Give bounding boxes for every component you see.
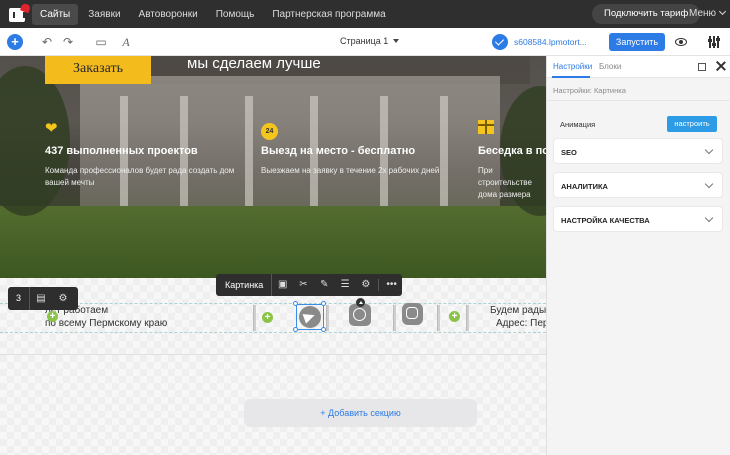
add-block-button[interactable]: + — [7, 34, 23, 50]
add-section-button[interactable]: + Добавить секцию — [244, 399, 477, 427]
breadcrumb: Настройки: Картинка — [553, 86, 626, 95]
add-element-plus-icon[interactable]: + — [449, 311, 460, 322]
feature-gift: Беседка в подарок При строительстве дома… — [478, 120, 546, 201]
settings-sliders-icon[interactable] — [708, 36, 720, 48]
column-divider[interactable] — [326, 305, 329, 331]
editor-canvas: Заказать мы сделаем лучше ❤ 437 выполнен… — [0, 56, 546, 455]
accordion-quality[interactable]: НАСТРОЙКА КАЧЕСТВА — [553, 206, 723, 232]
nav-partner-program[interactable]: Партнерская программа — [264, 4, 393, 25]
add-element-plus-icon[interactable]: + — [47, 311, 58, 322]
element-type-label: Картинка — [216, 274, 273, 296]
align-icon[interactable]: ☰ — [335, 274, 356, 296]
app-logo[interactable] — [8, 2, 32, 23]
order-button[interactable]: Заказать — [45, 56, 151, 84]
menu-button[interactable]: Меню — [689, 4, 727, 24]
launch-button[interactable]: Запустить — [609, 33, 665, 51]
accordion-title: SEO — [561, 148, 577, 157]
menu-label: Меню — [689, 8, 717, 19]
feature-desc: При строительстве дома размера — [478, 166, 532, 199]
element-toolbar: Картинка ▣ ✂ ✎ ☰ ⚙ ••• — [216, 274, 402, 296]
page-select[interactable]: Страница 1 — [340, 36, 400, 46]
close-icon[interactable] — [716, 61, 726, 71]
detach-panel-icon[interactable] — [698, 63, 706, 71]
left-text-line2: по всему Пермскому краю — [45, 318, 168, 329]
feature-title: Выезд на место - бесплатно — [261, 145, 416, 157]
feature-desc: Команда профессионалов будет рада создат… — [45, 166, 235, 187]
accordion-seo[interactable]: SEO — [553, 138, 723, 164]
feature-title: 437 выполненных проектов — [45, 145, 198, 157]
nav-help[interactable]: Помощь — [208, 4, 263, 25]
move-up-icon[interactable] — [356, 298, 365, 307]
chevron-down-icon — [393, 39, 400, 43]
resize-handle[interactable] — [293, 327, 298, 332]
section-mini-toolbar: 3 ▤ ⚙ — [8, 287, 78, 310]
right-text-line2: Адрес: Пер — [496, 318, 546, 329]
telegram-icon[interactable] — [299, 306, 321, 328]
gift-icon — [478, 120, 496, 138]
page-select-label: Страница 1 — [340, 36, 389, 46]
chevron-down-icon — [718, 7, 727, 16]
settings-panel: Настройки Блоки Настройки: Картинка Аним… — [546, 56, 730, 455]
right-text-line1: Будем рады — [490, 305, 546, 316]
site-domain-link[interactable]: s608584.lpmotort... — [514, 37, 587, 47]
hero-section[interactable]: Заказать мы сделаем лучше ❤ 437 выполнен… — [0, 56, 546, 278]
accordion-title: АНАЛИТИКА — [561, 182, 608, 191]
crop-icon[interactable]: ✂ — [293, 274, 314, 296]
redo-icon[interactable]: ↷ — [61, 35, 75, 49]
tab-blocks[interactable]: Блоки — [599, 62, 621, 71]
top-navbar: Сайты Заявки Автоворонки Помощь Партнерс… — [0, 0, 730, 28]
column-divider[interactable] — [437, 305, 440, 331]
animation-configure-button[interactable]: настроить — [667, 116, 717, 132]
editor-toolbar: + ↶ ↷ ▭ A Страница 1 s608584.lpmotort...… — [0, 28, 730, 56]
desktop-view-icon[interactable]: ▭ — [94, 35, 108, 49]
column-divider[interactable] — [466, 305, 469, 331]
handshake-heart-icon: ❤ — [45, 120, 58, 137]
feature-projects: ❤ 437 выполненных проектов Команда профе… — [45, 120, 245, 189]
24-hours-icon: 24 — [261, 120, 279, 140]
right-text[interactable]: Будем рады Адрес: Пер — [490, 304, 546, 330]
nav-requests[interactable]: Заявки — [80, 4, 128, 25]
layout-icon[interactable]: ▤ — [30, 293, 52, 304]
edit-pencil-icon[interactable]: ✎ — [314, 274, 335, 296]
gear-icon[interactable]: ⚙ — [355, 274, 376, 296]
gear-icon[interactable]: ⚙ — [52, 293, 74, 304]
more-icon[interactable]: ••• — [381, 274, 402, 296]
typography-icon[interactable]: A — [119, 35, 133, 49]
animation-label: Анимация — [560, 120, 596, 129]
chevron-down-icon — [704, 213, 714, 223]
section-number: 3 — [8, 287, 30, 310]
add-element-plus-icon[interactable]: + — [262, 312, 273, 323]
check-icon — [492, 34, 508, 50]
contacts-section[interactable]: лет работаем по всему Пермскому краю + +… — [0, 278, 546, 455]
whatsapp-icon[interactable] — [349, 304, 371, 326]
preview-eye-icon[interactable] — [675, 38, 687, 46]
hero-headline: мы сделаем лучше — [187, 56, 321, 72]
feature-desc: Выезжаем на заявку в течение 2х рабочих … — [261, 166, 440, 175]
chevron-down-icon — [704, 145, 714, 155]
feature-visit: 24 Выезд на место - бесплатно Выезжаем н… — [261, 120, 461, 177]
column-divider[interactable] — [253, 305, 256, 331]
image-icon[interactable]: ▣ — [272, 274, 293, 296]
nav-sites[interactable]: Сайты — [32, 3, 79, 25]
tab-settings[interactable]: Настройки — [553, 62, 592, 71]
column-divider[interactable] — [393, 305, 396, 331]
panel-header: Настройки Блоки — [547, 56, 730, 78]
nav-autofunnels[interactable]: Автоворонки — [131, 4, 206, 25]
connect-tariff-button[interactable]: Подключить тариф — [592, 4, 701, 24]
chevron-down-icon — [704, 179, 714, 189]
viber-icon[interactable] — [402, 303, 423, 325]
accordion-analytics[interactable]: АНАЛИТИКА — [553, 172, 723, 198]
undo-icon[interactable]: ↶ — [40, 35, 54, 49]
accordion-title: НАСТРОЙКА КАЧЕСТВА — [561, 216, 650, 225]
feature-title: Беседка в подарок — [478, 145, 546, 157]
resize-handle[interactable] — [293, 301, 298, 306]
